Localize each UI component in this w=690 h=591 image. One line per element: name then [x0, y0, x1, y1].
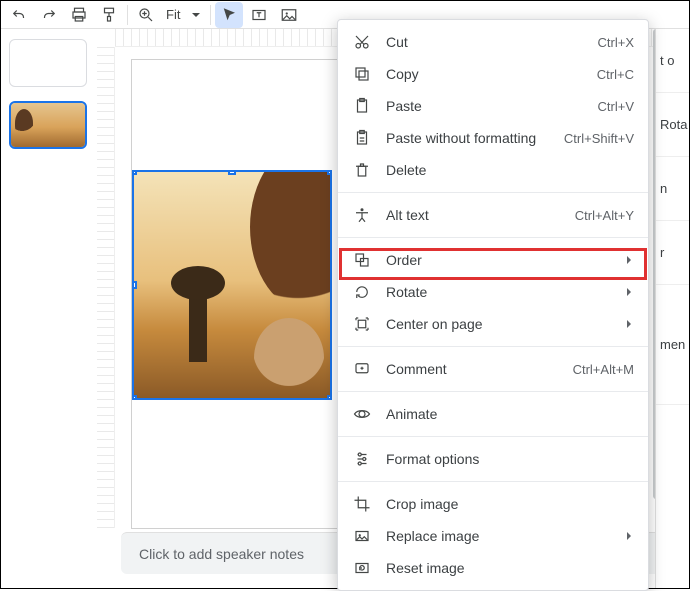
animate-icon — [352, 404, 372, 424]
image-content — [254, 318, 324, 398]
menu-shortcut: Ctrl+V — [598, 99, 634, 114]
resize-handle[interactable] — [132, 395, 137, 400]
textbox-tool-button[interactable] — [245, 2, 273, 28]
paste-plain-icon — [352, 128, 372, 148]
comment-icon — [352, 359, 372, 379]
menu-label: Animate — [386, 406, 437, 422]
resize-handle[interactable] — [132, 170, 137, 175]
zoom-in-icon[interactable] — [132, 2, 160, 28]
menu-alt-text[interactable]: Alt text Ctrl+Alt+Y — [338, 199, 648, 231]
menu-copy[interactable]: Copy Ctrl+C — [338, 58, 648, 90]
center-icon — [352, 314, 372, 334]
menu-shortcut: Ctrl+Alt+Y — [575, 208, 634, 223]
thumbnail-image — [11, 103, 85, 147]
menu-rotate[interactable]: Rotate — [338, 276, 648, 308]
menu-label: Order — [386, 252, 422, 268]
separator — [210, 5, 211, 25]
submenu-caret-icon — [624, 252, 634, 268]
selected-image[interactable] — [132, 170, 332, 400]
rotate-icon — [352, 282, 372, 302]
menu-shortcut: Ctrl+Shift+V — [564, 131, 634, 146]
image-content — [189, 292, 207, 362]
sidebar-fragment-text: n — [656, 157, 689, 221]
menu-label: Copy — [386, 66, 419, 82]
resize-handle[interactable] — [327, 395, 332, 400]
resize-handle[interactable] — [228, 170, 236, 175]
menu-label: Rotate — [386, 284, 427, 300]
menu-label: Alt text — [386, 207, 429, 223]
menu-reset-image[interactable]: Reset image — [338, 552, 648, 584]
right-sidebar-fragment: t o Rota n r men — [655, 29, 689, 588]
menu-paste-without-formatting[interactable]: Paste without formatting Ctrl+Shift+V — [338, 122, 648, 154]
menu-label: Comment — [386, 361, 447, 377]
menu-separator — [338, 481, 648, 482]
print-button[interactable] — [65, 2, 93, 28]
chevron-down-icon — [186, 10, 206, 20]
menu-separator — [338, 436, 648, 437]
sidebar-fragment-text: r — [656, 221, 689, 285]
menu-label: Paste without formatting — [386, 130, 536, 146]
menu-crop-image[interactable]: Crop image — [338, 488, 648, 520]
submenu-caret-icon — [624, 316, 634, 332]
vertical-ruler — [97, 47, 115, 528]
zoom-dropdown[interactable]: Fit — [164, 7, 206, 22]
menu-shortcut: Ctrl+X — [598, 35, 634, 50]
image-tool-button[interactable] — [275, 2, 303, 28]
sidebar-fragment-text: t o — [656, 29, 689, 93]
menu-label: Reset image — [386, 560, 465, 576]
menu-label: Paste — [386, 98, 422, 114]
slide-thumbnail-2[interactable] — [9, 101, 87, 149]
order-icon — [352, 250, 372, 270]
separator — [127, 5, 128, 25]
menu-label: Crop image — [386, 496, 458, 512]
menu-shortcut: Ctrl+C — [597, 67, 634, 82]
format-options-icon — [352, 449, 372, 469]
menu-replace-image[interactable]: Replace image — [338, 520, 648, 552]
reset-image-icon — [352, 558, 372, 578]
menu-label: Format options — [386, 451, 479, 467]
sidebar-fragment-text: men — [656, 285, 689, 405]
menu-format-options[interactable]: Format options — [338, 443, 648, 475]
submenu-caret-icon — [624, 284, 634, 300]
menu-delete[interactable]: Delete — [338, 154, 648, 186]
menu-label: Center on page — [386, 316, 483, 332]
sidebar-fragment-spacer — [656, 405, 689, 469]
slide-thumbnail-panel — [1, 29, 97, 588]
cut-icon — [352, 32, 372, 52]
paint-format-button[interactable] — [95, 2, 123, 28]
menu-center-on-page[interactable]: Center on page — [338, 308, 648, 340]
slide-thumbnail-1[interactable] — [9, 39, 87, 87]
menu-order[interactable]: Order — [338, 244, 648, 276]
menu-separator — [338, 346, 648, 347]
menu-separator — [338, 391, 648, 392]
trash-icon — [352, 160, 372, 180]
crop-icon — [352, 494, 372, 514]
menu-comment[interactable]: Comment Ctrl+Alt+M — [338, 353, 648, 385]
sidebar-fragment-text: Rota — [656, 93, 689, 157]
menu-paste[interactable]: Paste Ctrl+V — [338, 90, 648, 122]
speaker-notes-placeholder: Click to add speaker notes — [139, 546, 304, 562]
resize-handle[interactable] — [132, 281, 137, 289]
copy-icon — [352, 64, 372, 84]
menu-animate[interactable]: Animate — [338, 398, 648, 430]
menu-separator — [338, 237, 648, 238]
menu-label: Delete — [386, 162, 426, 178]
menu-shortcut: Ctrl+Alt+M — [573, 362, 634, 377]
menu-cut[interactable]: Cut Ctrl+X — [338, 26, 648, 58]
menu-label: Replace image — [386, 528, 479, 544]
select-tool-button[interactable] — [215, 2, 243, 28]
context-menu: Cut Ctrl+X Copy Ctrl+C Paste Ctrl+V Past… — [337, 19, 649, 591]
undo-button[interactable] — [5, 2, 33, 28]
submenu-caret-icon — [624, 528, 634, 544]
paste-icon — [352, 96, 372, 116]
resize-handle[interactable] — [327, 170, 332, 175]
zoom-label: Fit — [164, 7, 186, 22]
menu-label: Cut — [386, 34, 408, 50]
accessibility-icon — [352, 205, 372, 225]
menu-separator — [338, 192, 648, 193]
replace-image-icon — [352, 526, 372, 546]
redo-button[interactable] — [35, 2, 63, 28]
